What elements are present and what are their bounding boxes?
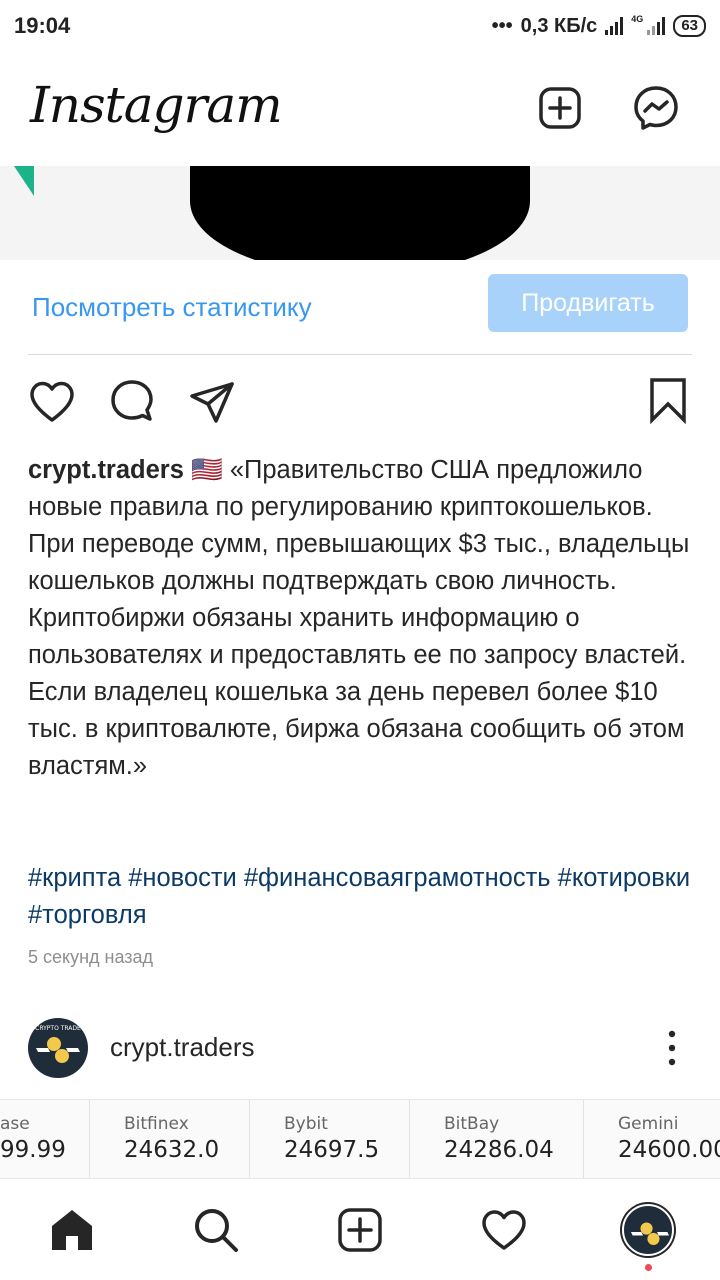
status-indicators: ••• 0,3 КБ/с 4G 63 <box>491 14 706 38</box>
insights-row: Посмотреть статистику Продвигать <box>0 262 720 352</box>
us-flag-emoji: 🇺🇸 <box>191 456 223 484</box>
ticker-price: 24632.0 <box>124 1137 220 1163</box>
ticker-exchange: Bybit <box>284 1114 328 1134</box>
ticker-cell: ase 99.99 <box>0 1100 90 1178</box>
post-caption: crypt.traders 🇺🇸 «Правительство США пред… <box>28 452 692 785</box>
ticker-cell: BitBay 24286.04 <box>410 1100 584 1178</box>
ticker-exchange: BitBay <box>444 1114 500 1134</box>
cell-signal-icon <box>647 17 666 35</box>
ticker-price: 99.99 <box>0 1137 66 1163</box>
post-actions <box>0 376 720 436</box>
post-image[interactable] <box>0 166 720 260</box>
promote-button[interactable]: Продвигать <box>488 274 688 332</box>
image-accent <box>14 166 34 196</box>
crypto-trade-logo-icon: CRYPTO TRADE <box>35 1025 81 1063</box>
ticker-price: 24600.00 <box>618 1137 720 1163</box>
crypto-trade-logo-icon <box>630 1222 670 1245</box>
caption-text: «Правительство США предложило новые прав… <box>28 456 690 780</box>
profile-avatar[interactable] <box>622 1204 674 1256</box>
notification-dot <box>645 1264 652 1271</box>
status-dots: ••• <box>491 14 513 37</box>
messenger-icon[interactable] <box>632 84 680 132</box>
bookmark-icon[interactable] <box>642 376 694 428</box>
image-silhouette <box>190 166 530 260</box>
comment-icon[interactable] <box>106 376 158 428</box>
home-icon[interactable] <box>48 1206 96 1254</box>
avatar-logo-text: CRYPTO TRADE <box>35 1025 81 1032</box>
add-icon[interactable] <box>336 1206 384 1254</box>
avatar[interactable]: CRYPTO TRADE <box>28 1018 88 1078</box>
more-options-icon[interactable] <box>660 1028 684 1068</box>
search-icon[interactable] <box>192 1206 240 1254</box>
wifi-signal-icon <box>605 17 624 35</box>
ticker-exchange: Bitfinex <box>124 1114 189 1134</box>
post-timestamp: 5 секунд назад <box>28 947 154 967</box>
next-post-header: CRYPTO TRADE crypt.traders <box>0 1016 720 1080</box>
activity-icon[interactable] <box>480 1206 528 1254</box>
ticker-exchange: Gemini <box>618 1114 679 1134</box>
post-username[interactable]: crypt.traders <box>110 1032 255 1063</box>
caption-username[interactable]: crypt.traders <box>28 456 184 484</box>
ticker-exchange: ase <box>0 1114 30 1134</box>
bottom-navigation <box>0 1180 720 1280</box>
heart-icon[interactable] <box>26 376 78 428</box>
ticker-price: 24286.04 <box>444 1137 554 1163</box>
status-bar: 19:04 ••• 0,3 КБ/с 4G 63 <box>0 0 720 52</box>
caption-hashtags[interactable]: #крипта #новости #финансоваяграмотность … <box>28 860 692 934</box>
network-speed: 0,3 КБ/с <box>520 14 598 37</box>
ticker-price: 24697.5 <box>284 1137 380 1163</box>
battery-indicator: 63 <box>673 15 706 37</box>
ticker-cell: Bybit 24697.5 <box>250 1100 410 1178</box>
app-header: Instagram <box>0 52 720 166</box>
view-stats-link[interactable]: Посмотреть статистику <box>32 292 312 323</box>
instagram-logo: Instagram <box>30 76 283 134</box>
new-post-icon[interactable] <box>536 84 584 132</box>
ticker-cell: Bitfinex 24632.0 <box>90 1100 250 1178</box>
divider <box>28 354 692 355</box>
status-time: 19:04 <box>14 13 71 38</box>
ticker-cell: Gemini 24600.00 <box>584 1100 720 1178</box>
share-icon[interactable] <box>186 376 238 428</box>
price-ticker[interactable]: ase 99.99 Bitfinex 24632.0 Bybit 24697.5… <box>0 1099 720 1179</box>
network-type: 4G <box>631 14 644 24</box>
